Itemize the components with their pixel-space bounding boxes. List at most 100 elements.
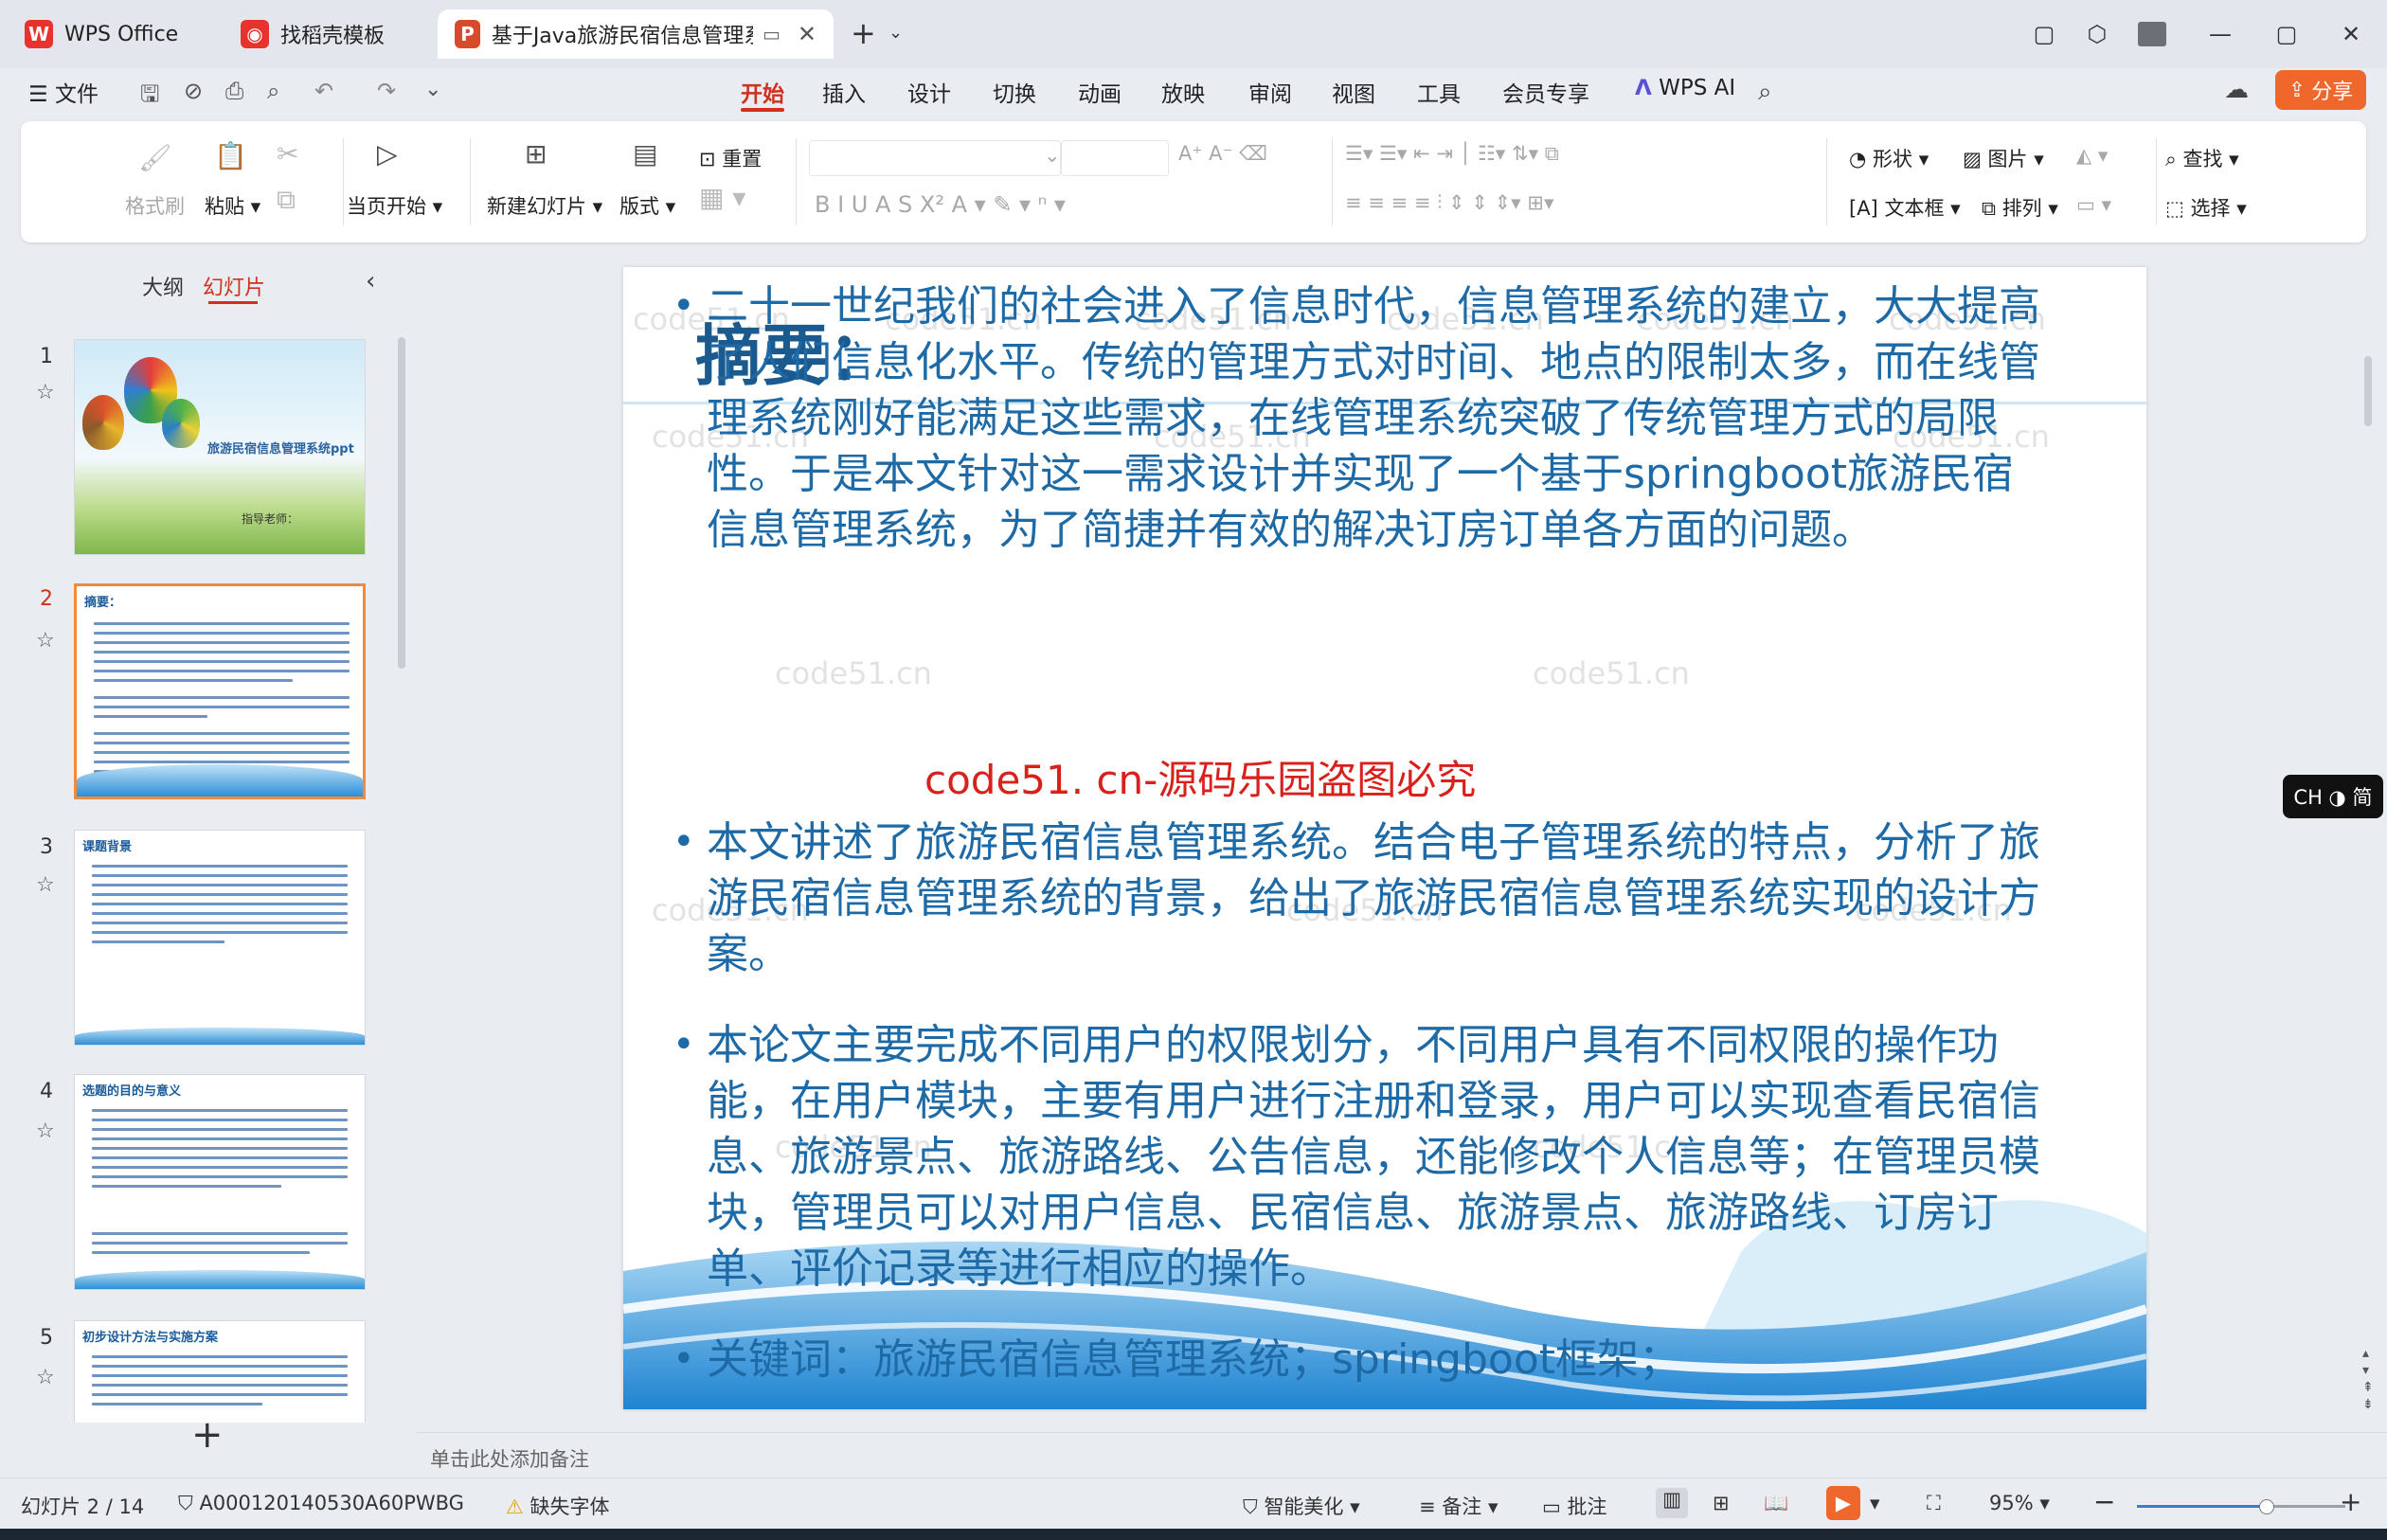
menu-slideshow[interactable]: 放映 <box>1161 76 1205 108</box>
play-icon[interactable]: ▷ <box>377 138 398 170</box>
abstract-bullet-1[interactable]: • 二十一世纪我们的社会进入了信息时代，信息管理系统的建立，大大提高了人们信息化… <box>673 278 2052 558</box>
picture-button[interactable]: ▨ 图片 ▾ <box>1963 144 2044 172</box>
menu-insert[interactable]: 插入 <box>822 76 866 108</box>
avatar[interactable] <box>2129 13 2175 55</box>
missing-font-button[interactable]: ⚠ 缺失字体 <box>506 1492 610 1520</box>
tablet-mode-icon[interactable]: ▢ <box>2021 13 2067 55</box>
more-chevron-icon[interactable]: ⌄ <box>424 78 441 101</box>
maximize-icon[interactable]: ▢ <box>2264 13 2309 55</box>
slide-thumbnail-4[interactable]: 选题的目的与意义 <box>74 1074 366 1290</box>
tab-outline[interactable]: 大纲 <box>142 271 184 301</box>
cube-icon[interactable]: ⬡ <box>2074 13 2120 55</box>
collapse-panel-icon[interactable]: ‹ <box>366 267 375 295</box>
layout-icon[interactable]: ▤ <box>633 138 657 170</box>
save-icon[interactable]: 🖫 <box>140 78 159 116</box>
menu-home[interactable]: 开始 <box>741 76 784 108</box>
minimize-icon[interactable]: — <box>2198 13 2243 55</box>
tab-slides[interactable]: 幻灯片 <box>203 271 265 301</box>
font-family-select[interactable] <box>809 140 1061 176</box>
zoom-level[interactable]: 95% ▾ <box>1989 1492 2050 1514</box>
menu-membership[interactable]: 会员专享 <box>1502 76 1589 108</box>
zoom-out-icon[interactable]: − <box>2093 1486 2115 1517</box>
tab-docer-templates[interactable]: ◉ 找稻壳模板 <box>224 9 428 59</box>
grow-font-icon[interactable]: A⁺ A⁻ ⌫ <box>1178 142 1267 165</box>
slide-sorter-icon[interactable]: ⊞ <box>1713 1492 1730 1514</box>
tab-list-chevron-icon[interactable]: ⌄ <box>888 23 903 43</box>
layout-button[interactable]: 版式 ▾ <box>619 191 675 220</box>
wps-ai-button[interactable]: ᐱ WPS AI <box>1635 76 1735 100</box>
find-button[interactable]: ⌕ 查找 ▾ <box>2165 144 2239 172</box>
format-painter-icon[interactable]: 🖌 <box>138 142 172 173</box>
close-tab-icon[interactable]: ✕ <box>798 21 817 47</box>
star-icon[interactable]: ☆ <box>36 1366 55 1389</box>
play-from-current-button[interactable]: 当页开始 ▾ <box>347 191 442 220</box>
file-menu[interactable]: ☰ 文件 <box>28 76 99 108</box>
new-tab-icon[interactable]: + <box>851 15 876 51</box>
abstract-bullet-keywords[interactable]: • 关键词：旅游民宿信息管理系统；springboot框架； <box>673 1332 2052 1388</box>
notes-toggle-button[interactable]: ≡ 备注 ▾ <box>1419 1492 1499 1520</box>
font-size-select[interactable] <box>1061 140 1169 176</box>
thumbnail-scrollbar[interactable] <box>398 337 405 669</box>
paragraph-align-icons[interactable]: ≡ ≡ ≡ ≡ ⫶ ⇕ ⇕ ⇕▾ ⊞▾ <box>1345 191 1554 215</box>
menu-transition[interactable]: 切换 <box>993 76 1036 108</box>
comments-button[interactable]: ▭ 批注 <box>1542 1492 1607 1520</box>
canvas-scrollbar[interactable] <box>2364 356 2372 426</box>
redo-icon[interactable]: ↷ <box>377 78 396 104</box>
slide-thumbnail-1[interactable]: 旅游民宿信息管理系统ppt 指导老师： <box>74 339 366 555</box>
share-link-icon[interactable]: ⊘ <box>184 78 203 104</box>
menu-animation[interactable]: 动画 <box>1078 76 1122 108</box>
zoom-in-icon[interactable]: + <box>2340 1486 2361 1517</box>
abstract-bullet-2[interactable]: • 本文讲述了旅游民宿信息管理系统。结合电子管理系统的特点，分析了旅游民宿信息管… <box>673 815 2052 982</box>
tab-wps-office[interactable]: W WPS Office <box>8 9 218 59</box>
star-icon[interactable]: ☆ <box>36 873 55 897</box>
fit-window-icon[interactable]: ⛶ <box>1927 1492 1941 1515</box>
zoom-slider[interactable] <box>2137 1499 2345 1514</box>
page-nav-icons[interactable]: ▴ ▾ ⇞ ⇟ <box>2362 1345 2374 1413</box>
outline-icon[interactable]: ▭ ▾ <box>2076 193 2111 216</box>
play-options-chevron-icon[interactable]: ▾ <box>1870 1492 1880 1514</box>
tab-current-document[interactable]: P 基于Java旅游民宿信息管理系 ▭ ✕ <box>438 9 834 59</box>
share-button[interactable]: ⇪ 分享 <box>2275 70 2366 110</box>
abstract-bullet-3[interactable]: • 本论文主要完成不同用户的权限划分，不同用户具有不同权限的操作功能，在用户模块… <box>673 1017 2052 1297</box>
current-slide[interactable]: code51.cn code51.cn code51.cn code51.cn … <box>623 267 2146 1409</box>
fill-icon[interactable]: ◭ ▾ <box>2076 144 2108 167</box>
paste-icon[interactable]: 📋 <box>214 140 247 171</box>
print-icon[interactable]: ⎙ <box>225 78 243 104</box>
add-slide-icon[interactable]: + <box>191 1413 224 1457</box>
cloud-upload-icon[interactable]: ☁ <box>2224 76 2249 104</box>
normal-view-icon[interactable]: ▥ <box>1656 1488 1688 1518</box>
undo-icon[interactable]: ↶ <box>314 78 333 104</box>
new-slide-icon[interactable]: ⊞ <box>525 138 547 170</box>
arrange-button[interactable]: ⧉ 排列 ▾ <box>1982 193 2058 222</box>
select-button[interactable]: ⬚ 选择 ▾ <box>2165 193 2247 222</box>
document-id[interactable]: ⛉ A000120140530A60PWBG <box>178 1492 464 1515</box>
star-icon[interactable]: ☆ <box>36 381 55 404</box>
play-slideshow-icon[interactable]: ▶ <box>1826 1486 1860 1520</box>
notes-area[interactable]: 单击此处添加备注 <box>417 1432 2387 1478</box>
menu-tools[interactable]: 工具 <box>1417 76 1461 108</box>
smart-beautify-button[interactable]: ⛉ 智能美化 ▾ <box>1243 1492 1360 1520</box>
slide-thumbnail-3[interactable]: 课题背景 <box>74 830 366 1046</box>
cut-icon[interactable]: ✂ <box>277 138 298 170</box>
slide-thumbnail-2[interactable]: 摘要： <box>74 583 366 799</box>
slide-thumbnail-5[interactable]: 初步设计方法与实施方案 <box>74 1320 366 1423</box>
text-format-icons[interactable]: B I U A S X² A ▾ ✎ ▾ ⁿ ▾ <box>815 191 1066 218</box>
close-window-icon[interactable]: ✕ <box>2328 13 2374 55</box>
reset-button[interactable]: ⊡ 重置 <box>699 144 762 172</box>
star-icon[interactable]: ☆ <box>36 1119 55 1143</box>
paste-button[interactable]: 粘贴 ▾ <box>205 191 260 220</box>
print-preview-icon[interactable]: ⌕ <box>267 78 279 104</box>
shape-button[interactable]: ◔ 形状 ▾ <box>1849 144 1929 172</box>
search-icon[interactable]: ⌕ <box>1758 78 1772 107</box>
reading-view-icon[interactable]: 📖 <box>1764 1492 1788 1515</box>
section-icon[interactable]: ▦ ▾ <box>699 182 745 213</box>
list-bullets-icon[interactable]: ☰▾ ☰▾ ⇤ ⇥ │ ☷▾ ⇅▾ ⧉ <box>1345 142 1559 166</box>
star-icon[interactable]: ☆ <box>36 629 55 653</box>
menu-review[interactable]: 审阅 <box>1248 76 1292 108</box>
zoom-slider-thumb[interactable] <box>2259 1499 2275 1514</box>
menu-design[interactable]: 设计 <box>907 76 951 108</box>
menu-view[interactable]: 视图 <box>1332 76 1375 108</box>
copy-icon[interactable]: ⧉ <box>277 184 296 216</box>
textbox-button[interactable]: [A] 文本框 ▾ <box>1849 193 1961 222</box>
new-slide-button[interactable]: 新建幻灯片 ▾ <box>487 191 602 220</box>
